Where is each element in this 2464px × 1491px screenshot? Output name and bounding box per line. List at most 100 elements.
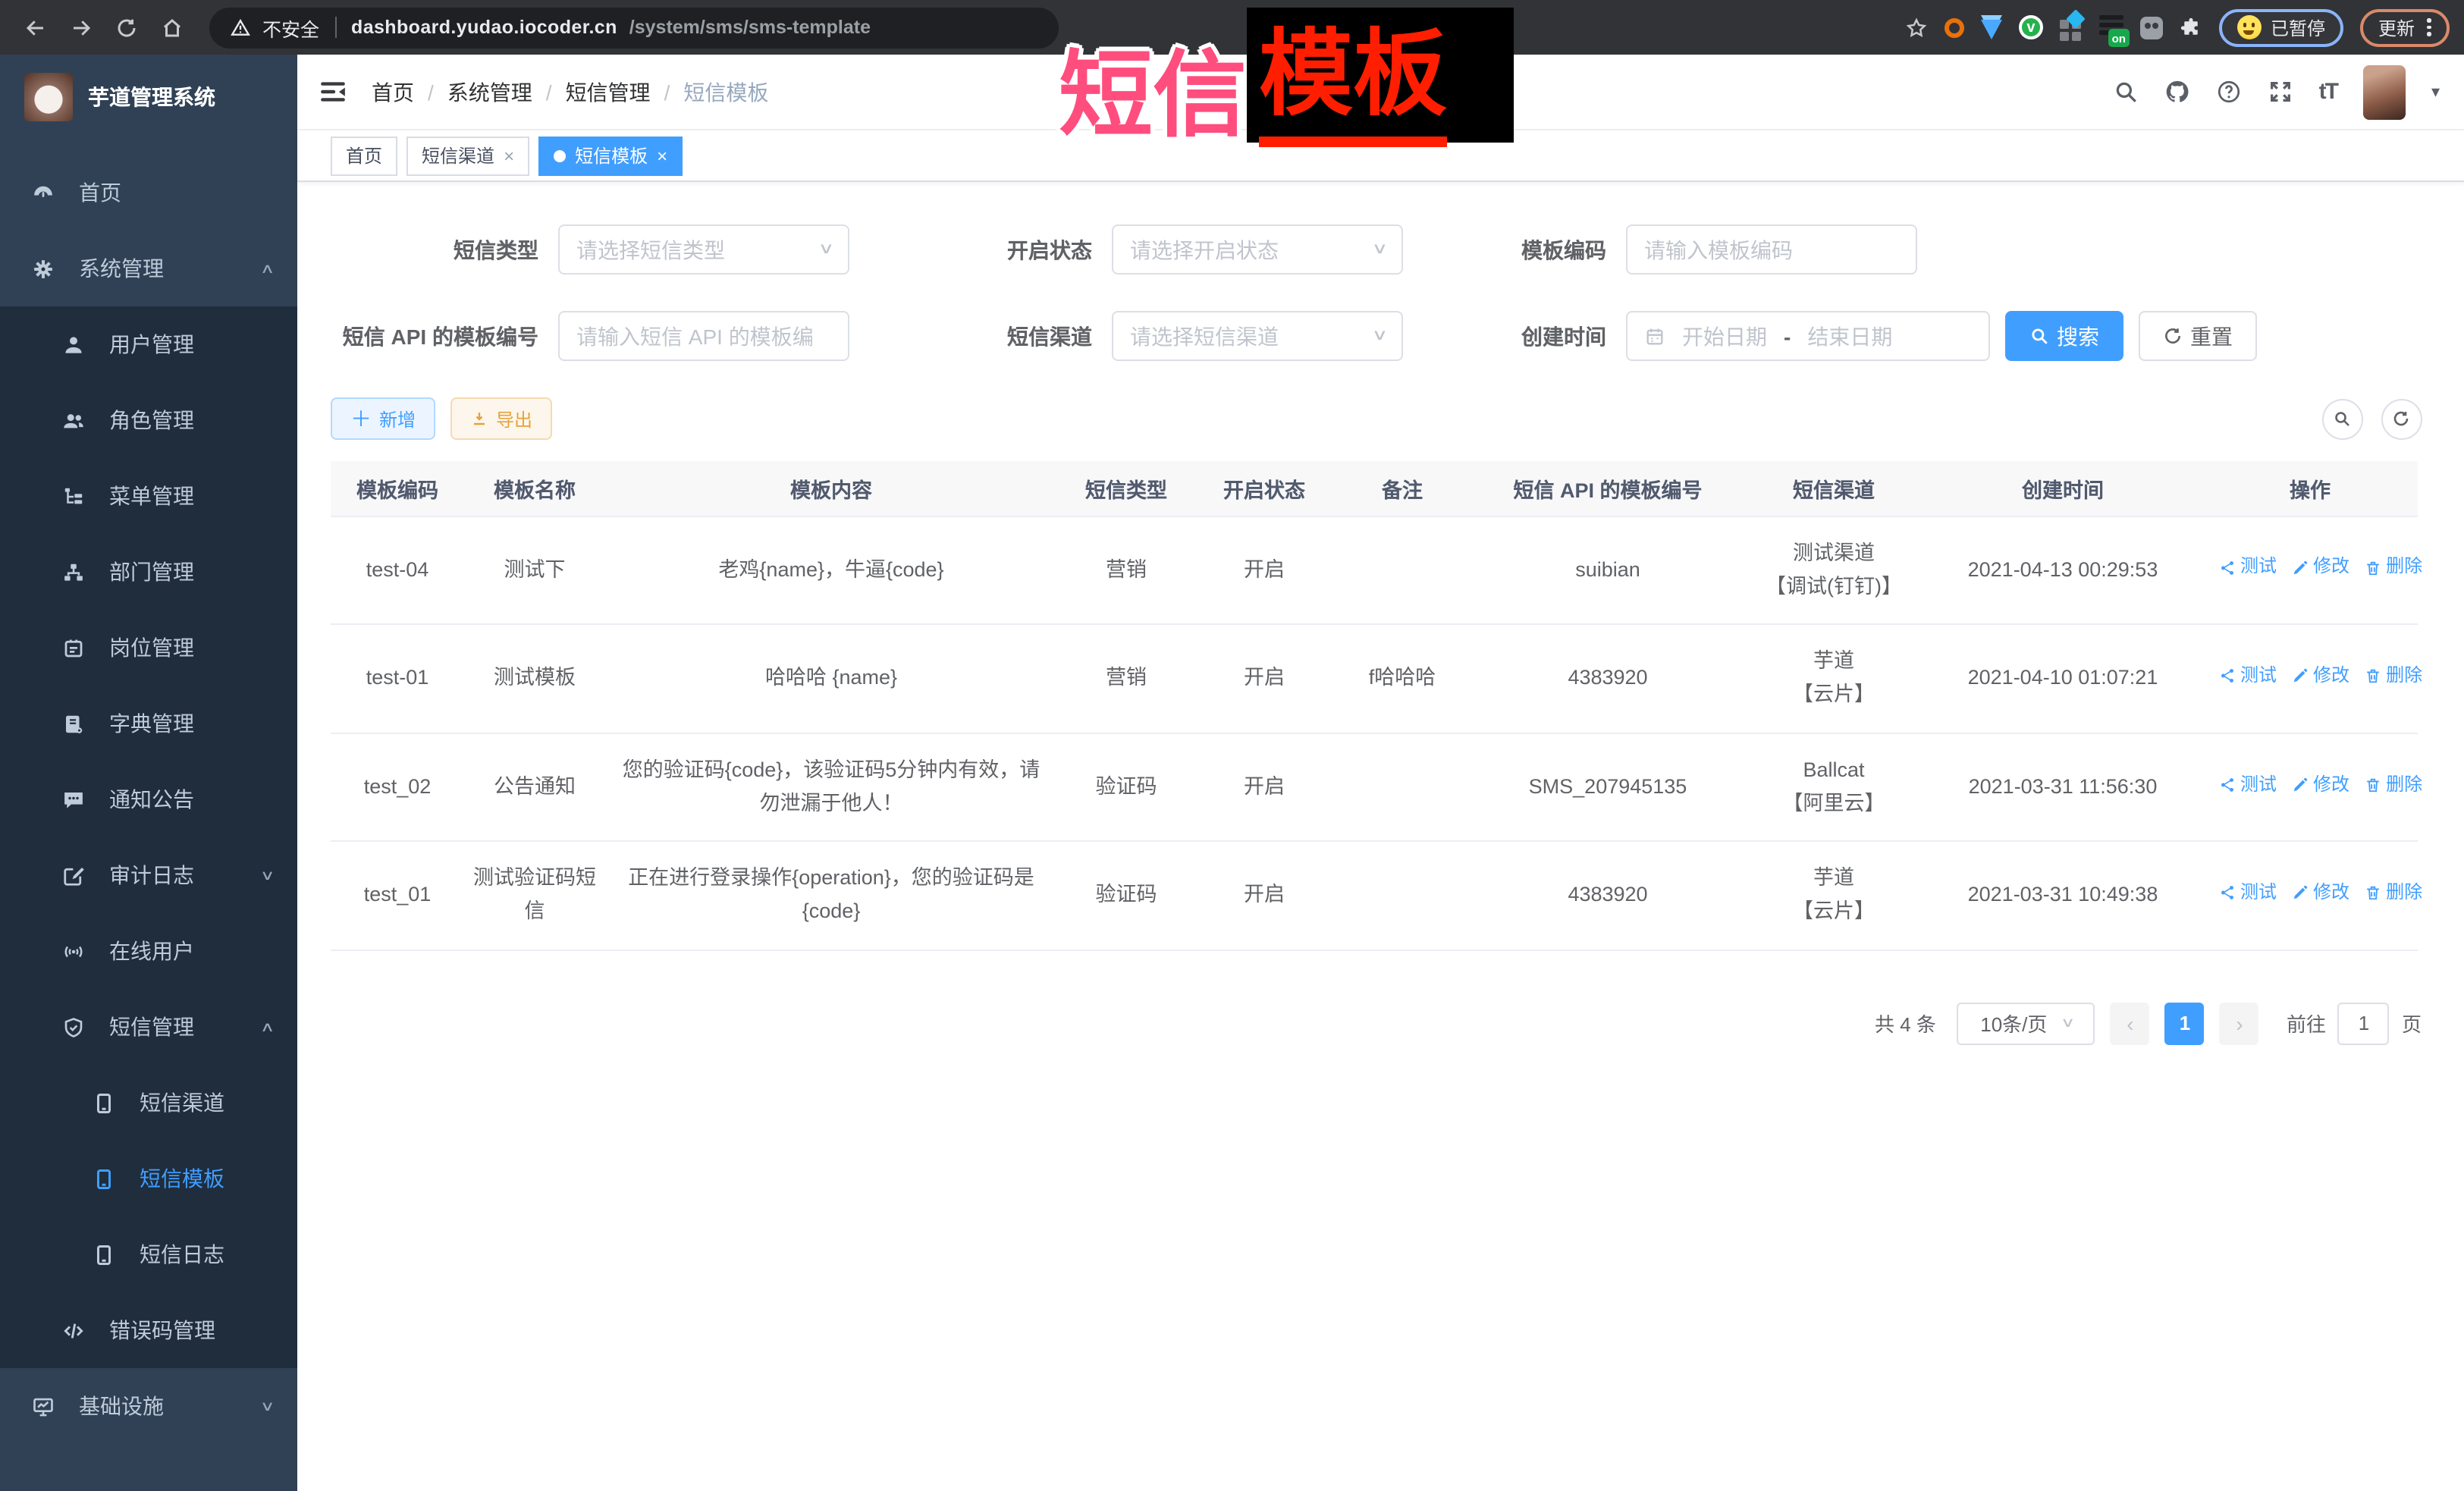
extension-grid-icon[interactable] bbox=[2060, 16, 2083, 39]
api-template-id-input[interactable]: 请输入短信 API 的模板编 bbox=[558, 311, 849, 361]
cell-created: 2021-03-31 11:56:30 bbox=[1923, 733, 2202, 841]
cell-created: 2021-04-13 00:29:53 bbox=[1923, 516, 2202, 624]
edit-link[interactable]: 修改 bbox=[2292, 553, 2349, 583]
next-page-button[interactable]: › bbox=[2220, 1002, 2259, 1044]
sidebar-item-短信管理[interactable]: 短信管理∧ bbox=[0, 989, 297, 1065]
sidebar-item-基础设施[interactable]: 基础设施∨ bbox=[0, 1368, 297, 1444]
browser-home-icon[interactable] bbox=[152, 8, 191, 47]
sidebar-item-短信渠道[interactable]: 短信渠道 bbox=[0, 1065, 297, 1141]
edit-link[interactable]: 修改 bbox=[2292, 878, 2349, 909]
github-icon[interactable] bbox=[2164, 79, 2190, 105]
test-link[interactable]: 测试 bbox=[2219, 878, 2277, 909]
refresh-table-button[interactable] bbox=[2381, 398, 2422, 439]
total-count: 共 4 条 bbox=[1875, 1009, 1936, 1037]
delete-link[interactable]: 删除 bbox=[2365, 770, 2422, 800]
delete-link-label: 删除 bbox=[2386, 553, 2422, 583]
export-button[interactable]: 导出 bbox=[450, 397, 552, 440]
browser-reload-icon[interactable] bbox=[106, 8, 146, 47]
address-bar[interactable]: 不安全 dashboard.yudao.iocoder.cn/system/sm… bbox=[209, 7, 1059, 48]
sidebar-item-字典管理[interactable]: 字典管理 bbox=[0, 686, 297, 761]
search-button[interactable]: 搜索 bbox=[2005, 311, 2123, 361]
date-separator: - bbox=[1784, 324, 1791, 348]
browser-forward-icon[interactable] bbox=[61, 8, 100, 47]
app-logo[interactable]: 芋道管理系统 bbox=[0, 55, 297, 140]
pen-icon bbox=[2292, 560, 2309, 576]
goto-page-input[interactable]: 1 bbox=[2338, 1002, 2390, 1044]
sidebar-item-用户管理[interactable]: 用户管理 bbox=[0, 306, 297, 382]
end-date-placeholder[interactable]: 结束日期 bbox=[1801, 321, 1898, 351]
tab-短信渠道[interactable]: 短信渠道× bbox=[406, 136, 529, 175]
user-avatar[interactable] bbox=[2363, 64, 2406, 119]
channel-select[interactable]: 请选择短信渠道 ∨ bbox=[1112, 311, 1403, 361]
chevron-down-icon: ∨ bbox=[2060, 1015, 2075, 1031]
sidebar-item-短信日志[interactable]: 短信日志 bbox=[0, 1216, 297, 1292]
font-size-icon[interactable]: tT bbox=[2319, 79, 2337, 105]
test-link[interactable]: 测试 bbox=[2219, 553, 2277, 583]
sidebar-item-系统管理[interactable]: 系统管理∧ bbox=[0, 231, 297, 306]
tab-首页[interactable]: 首页 bbox=[331, 136, 397, 175]
sidebar-item-label: 字典管理 bbox=[109, 708, 194, 739]
channel-provider: 【云片】 bbox=[1753, 896, 1914, 930]
prev-page-button[interactable]: ‹ bbox=[2111, 1002, 2150, 1044]
extension-ring-icon[interactable] bbox=[1945, 17, 1964, 37]
screen: 不安全 dashboard.yudao.iocoder.cn/system/sm… bbox=[0, 0, 2464, 1491]
add-button[interactable]: ＋ 新增 bbox=[331, 397, 435, 440]
cell-api_id: 4383920 bbox=[1471, 624, 1744, 733]
sidebar-item-岗位管理[interactable]: 岗位管理 bbox=[0, 610, 297, 686]
date-range-picker[interactable]: 开始日期 - 结束日期 bbox=[1626, 311, 1990, 361]
start-date-placeholder[interactable]: 开始日期 bbox=[1676, 321, 1773, 351]
reset-button[interactable]: 重置 bbox=[2139, 311, 2257, 361]
sidebar-item-部门管理[interactable]: 部门管理 bbox=[0, 534, 297, 610]
extension-green-icon[interactable]: v bbox=[2019, 15, 2043, 39]
browser-back-icon[interactable] bbox=[15, 8, 55, 47]
close-icon[interactable]: × bbox=[504, 145, 514, 166]
edit-link[interactable]: 修改 bbox=[2292, 770, 2349, 800]
phone-icon bbox=[91, 1166, 115, 1191]
extension-list-icon[interactable]: on bbox=[2099, 15, 2123, 39]
search-button-label: 搜索 bbox=[2057, 321, 2099, 351]
page-size-select[interactable]: 10条/页 ∨ bbox=[1957, 1002, 2095, 1044]
org-icon bbox=[61, 560, 85, 584]
delete-link[interactable]: 删除 bbox=[2365, 661, 2422, 692]
sidebar-item-在线用户[interactable]: 在线用户 bbox=[0, 913, 297, 989]
search-icon[interactable] bbox=[2113, 79, 2139, 105]
toggle-search-button[interactable] bbox=[2321, 398, 2362, 439]
hamburger-icon[interactable] bbox=[319, 77, 347, 106]
sidebar-item-角色管理[interactable]: 角色管理 bbox=[0, 382, 297, 458]
sidebar-item-菜单管理[interactable]: 菜单管理 bbox=[0, 458, 297, 534]
sidebar-item-短信模板[interactable]: 短信模板 bbox=[0, 1141, 297, 1216]
channel-name: 芋道 bbox=[1753, 645, 1914, 679]
close-icon[interactable]: × bbox=[657, 145, 667, 166]
tree-icon bbox=[61, 484, 85, 508]
status-select[interactable]: 请选择开启状态 ∨ bbox=[1112, 224, 1403, 275]
delete-link[interactable]: 删除 bbox=[2365, 878, 2422, 909]
current-page-button[interactable]: 1 bbox=[2165, 1002, 2205, 1044]
fullscreen-icon[interactable] bbox=[2268, 79, 2293, 105]
column-header-模板名称: 模板名称 bbox=[464, 461, 605, 516]
breadcrumb-item[interactable]: 系统管理 bbox=[447, 77, 532, 107]
sidebar-item-首页[interactable]: 首页 bbox=[0, 155, 297, 231]
breadcrumb-item[interactable]: 首页 bbox=[372, 77, 414, 107]
sms-type-select[interactable]: 请选择短信类型 ∨ bbox=[558, 224, 849, 275]
avatar-caret-icon[interactable]: ▾ bbox=[2431, 82, 2440, 102]
delete-link[interactable]: 删除 bbox=[2365, 553, 2422, 583]
sidebar-item-审计日志[interactable]: 审计日志∨ bbox=[0, 837, 297, 913]
template-code-input[interactable]: 请输入模板编码 bbox=[1626, 224, 1917, 275]
browser-menu-icon[interactable] bbox=[2427, 19, 2431, 36]
bookmark-star-icon[interactable] bbox=[1905, 16, 1928, 39]
cell-status: 开启 bbox=[1195, 516, 1333, 624]
profile-paused-badge[interactable]: 已暂停 bbox=[2219, 8, 2343, 46]
sidebar-item-label: 审计日志 bbox=[109, 860, 194, 890]
extension-monkey-icon[interactable] bbox=[2140, 16, 2163, 39]
test-link[interactable]: 测试 bbox=[2219, 661, 2277, 692]
test-link[interactable]: 测试 bbox=[2219, 770, 2277, 800]
sidebar-item-通知公告[interactable]: 通知公告 bbox=[0, 761, 297, 837]
extension-gem-icon[interactable] bbox=[1981, 20, 2002, 39]
extensions-puzzle-icon[interactable] bbox=[2180, 16, 2202, 39]
tab-短信模板[interactable]: 短信模板× bbox=[538, 136, 683, 175]
help-icon[interactable] bbox=[2216, 79, 2242, 105]
edit-link[interactable]: 修改 bbox=[2292, 661, 2349, 692]
breadcrumb-item[interactable]: 短信管理 bbox=[566, 77, 651, 107]
browser-update-button[interactable]: 更新 bbox=[2360, 8, 2449, 46]
sidebar-item-错误码管理[interactable]: 错误码管理 bbox=[0, 1292, 297, 1368]
